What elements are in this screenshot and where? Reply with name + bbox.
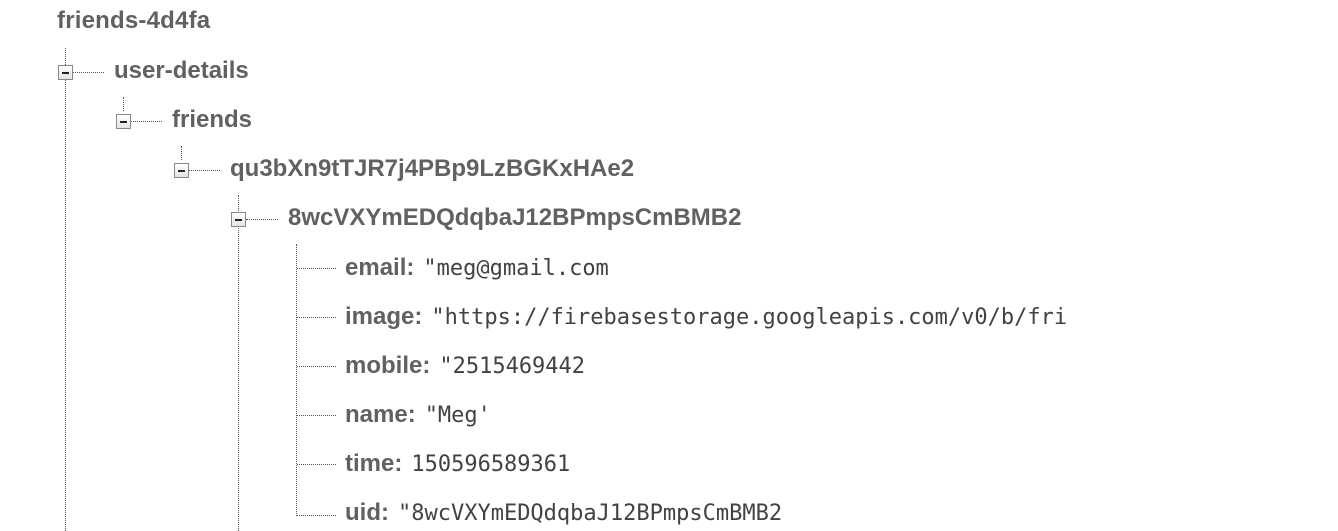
- field-value[interactable]: "2515469442: [439, 354, 585, 379]
- connector-mobile: [297, 366, 336, 367]
- field-key: mobile:: [345, 352, 431, 379]
- connector-image: [297, 317, 336, 318]
- minus-box-icon[interactable]: [231, 212, 246, 227]
- field-uid[interactable]: uid: "8wcVXYmEDQdqbaJ12BPmpsCmBMB2: [345, 497, 806, 529]
- node-friend-id[interactable]: 8wcVXYmEDQdqbaJ12BPmpsCmBMB2: [288, 204, 741, 232]
- field-key: time:: [345, 450, 403, 477]
- root-node-label[interactable]: friends-4d4fa: [57, 7, 210, 35]
- field-value[interactable]: "Meg': [425, 403, 491, 428]
- tree-line-fields: [296, 244, 297, 516]
- field-email[interactable]: email: "meg@gmail.com: [345, 252, 631, 284]
- tree-line-level3: [181, 146, 182, 160]
- minus-box-icon[interactable]: [174, 163, 189, 178]
- field-mobile[interactable]: mobile: "2515469442: [345, 350, 635, 382]
- tree-line-level4: [238, 195, 239, 531]
- field-image[interactable]: image: "https://firebasestorage.googleapi…: [345, 301, 1139, 333]
- node-user-details[interactable]: user-details: [114, 57, 249, 85]
- connector-time: [297, 464, 336, 465]
- connector-level4: [246, 219, 278, 220]
- field-value[interactable]: "8wcVXYmEDQdqbaJ12BPmpsCmBMB2: [398, 501, 782, 526]
- minus-box-icon[interactable]: [116, 114, 131, 129]
- connector-email: [297, 268, 336, 269]
- connector-level2: [131, 121, 162, 122]
- field-key: uid:: [345, 499, 389, 526]
- field-name[interactable]: name: "Meg': [345, 399, 545, 431]
- field-key: email:: [345, 254, 415, 281]
- field-time[interactable]: time: 150596589361: [345, 448, 635, 480]
- tree-line-level1: [65, 48, 66, 531]
- connector-level3: [189, 170, 220, 171]
- field-value[interactable]: "meg@gmail.com: [423, 256, 608, 281]
- node-user-id[interactable]: qu3bXn9tTJR7j4PBp9LzBGKxHAe2: [230, 155, 634, 183]
- field-value[interactable]: 150596589361: [411, 452, 570, 477]
- tree-line-level2: [123, 97, 124, 111]
- connector-name: [297, 415, 336, 416]
- connector-uid: [297, 515, 336, 516]
- field-value[interactable]: "https://firebasestorage.googleapis.com/…: [431, 305, 1067, 330]
- field-key: name:: [345, 401, 416, 428]
- field-key: image:: [345, 303, 423, 330]
- minus-box-icon[interactable]: [58, 65, 73, 80]
- node-friends[interactable]: friends: [172, 106, 252, 134]
- connector-level1: [73, 72, 104, 73]
